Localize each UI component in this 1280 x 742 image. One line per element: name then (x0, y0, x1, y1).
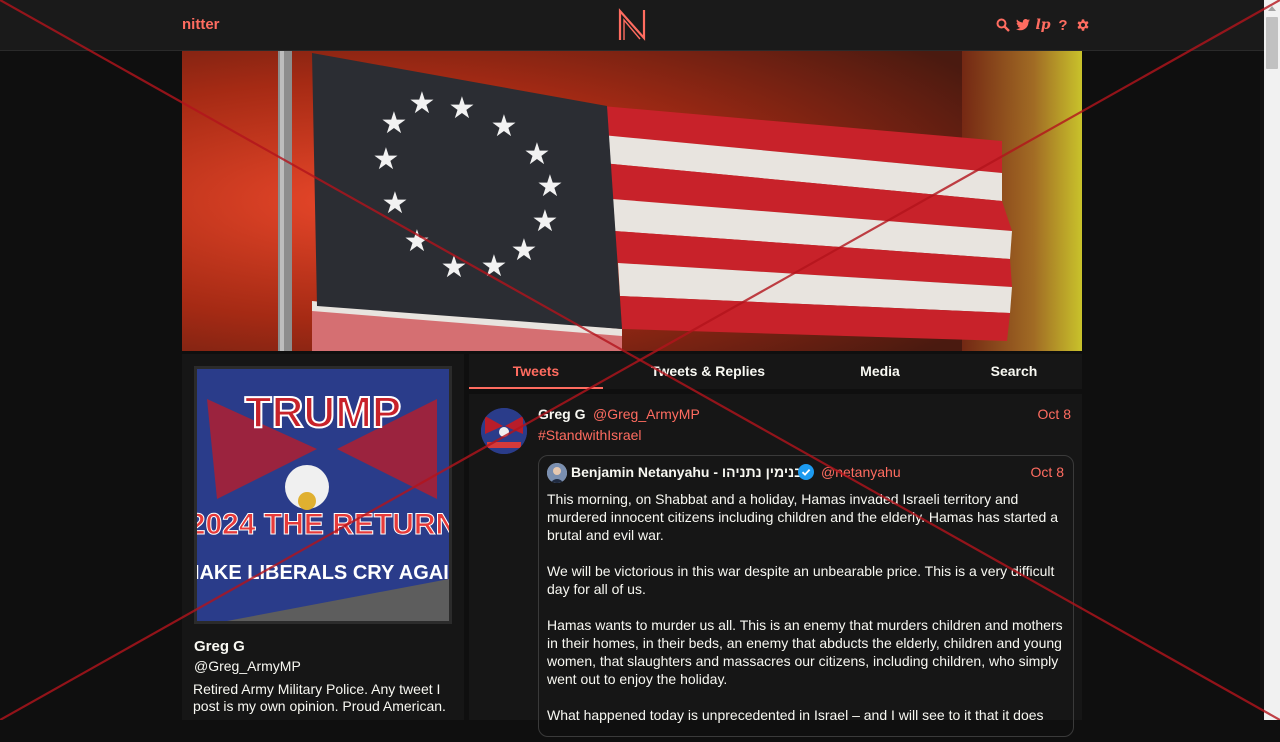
avatar-flag-middle-text: 2024 THE RETURN (197, 508, 449, 541)
tab-tweets-and-replies[interactable]: Tweets & Replies (640, 354, 776, 389)
profile-fullname[interactable]: Greg G (194, 638, 245, 655)
svg-text:★: ★ (441, 250, 468, 285)
gear-icon[interactable] (1076, 17, 1090, 33)
svg-text:★: ★ (404, 224, 431, 259)
brand-link[interactable]: nitter (182, 16, 220, 33)
quote-username[interactable]: @netanyahu (821, 464, 901, 480)
quoted-tweet[interactable]: Benjamin Netanyahu - בנימין נתניהו @neta… (538, 455, 1074, 737)
quote-avatar[interactable] (547, 463, 567, 483)
svg-text:★: ★ (381, 106, 408, 141)
tweet-date[interactable]: Oct 8 (1038, 406, 1071, 422)
quote-paragraph: Hamas wants to murder us all. This is an… (547, 617, 1063, 687)
tweet-fullname[interactable]: Greg G (538, 406, 585, 422)
profile-bio: Retired Army Military Police. Any tweet … (193, 681, 446, 714)
twitter-icon[interactable] (1016, 17, 1030, 33)
quote-fullname[interactable]: Benjamin Netanyahu - בנימין נתניהו (571, 464, 803, 480)
verified-badge-icon (798, 464, 814, 480)
lp-icon[interactable]: lp (1035, 17, 1050, 33)
avatar-flag-top-text: TRUMP (245, 388, 401, 437)
timeline-tabs: Tweets Tweets & Replies Media Search (469, 354, 1082, 389)
svg-text:★: ★ (382, 186, 409, 221)
scroll-thumb[interactable] (1266, 17, 1278, 69)
profile-card: TRUMP 2024 THE RETURN MAKE LIBERALS CRY … (182, 354, 464, 720)
svg-text:★: ★ (449, 91, 476, 126)
tweet-avatar[interactable] (481, 408, 527, 454)
navbar: nitter lp ? (0, 0, 1264, 51)
scroll-up-arrow[interactable] (1264, 0, 1280, 16)
help-icon[interactable]: ? (1056, 17, 1070, 34)
quote-paragraph: We will be victorious in this war despit… (547, 563, 1055, 597)
svg-text:★: ★ (373, 142, 400, 177)
timeline: Greg G @Greg_ArmyMP Oct 8 #StandwithIsra… (469, 394, 1082, 737)
svg-text:★: ★ (409, 86, 436, 121)
avatar-flag-bottom-text: MAKE LIBERALS CRY AGAIN (197, 562, 449, 584)
svg-text:★: ★ (511, 233, 538, 268)
svg-text:★: ★ (481, 249, 508, 284)
tweet-username[interactable]: @Greg_ArmyMP (593, 406, 700, 422)
profile-avatar-image: TRUMP 2024 THE RETURN MAKE LIBERALS CRY … (197, 369, 449, 621)
profile-avatar[interactable]: TRUMP 2024 THE RETURN MAKE LIBERALS CRY … (194, 366, 452, 624)
quote-paragraph: This morning, on Shabbat and a holiday, … (547, 491, 1059, 543)
tweet-hashtag[interactable]: #StandwithIsrael (538, 427, 642, 443)
nav-icons: lp ? (996, 15, 1090, 35)
tab-search[interactable]: Search (978, 354, 1050, 389)
svg-text:★: ★ (491, 109, 518, 144)
search-icon[interactable] (996, 17, 1010, 33)
banner-flag-image: ★ ★★ ★★★ ★★★ ★★★ ★ (182, 51, 1082, 351)
page-scrollbar[interactable] (1264, 0, 1280, 720)
profile-banner[interactable]: ★ ★ ★ ★ ★ ★ ★ ★ ★ ★ ★ ★ ★ (182, 51, 1082, 351)
nitter-logo-icon[interactable] (617, 8, 647, 42)
svg-text:★: ★ (537, 169, 564, 204)
quote-paragraph: What happened today is unprecedented in … (547, 707, 1044, 723)
tab-tweets[interactable]: Tweets (469, 354, 603, 389)
profile-username[interactable]: @Greg_ArmyMP (194, 658, 301, 674)
tab-media[interactable]: Media (841, 354, 919, 389)
quote-date[interactable]: Oct 8 (1031, 464, 1064, 480)
svg-text:★: ★ (524, 137, 551, 172)
quote-body: This morning, on Shabbat and a holiday, … (547, 490, 1067, 742)
